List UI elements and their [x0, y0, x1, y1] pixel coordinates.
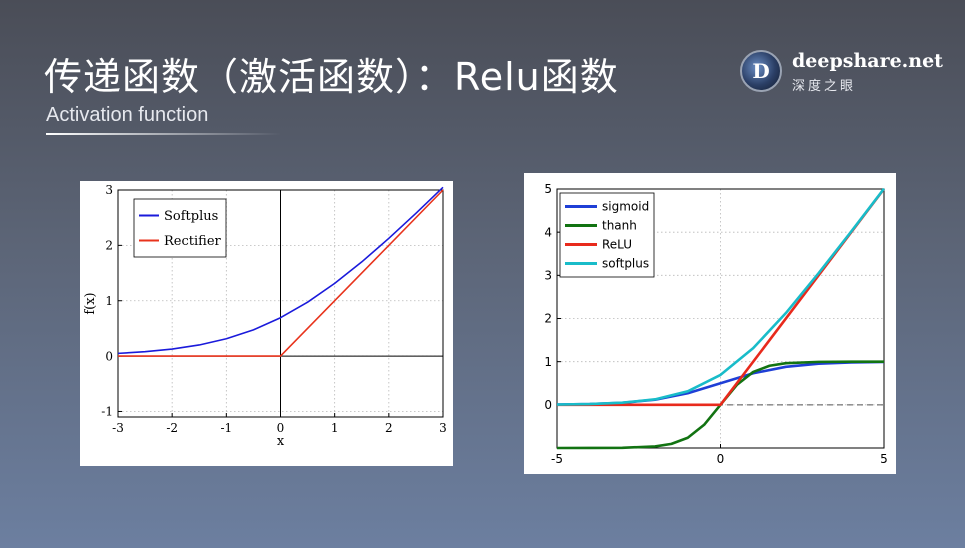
chart1-svg: -3 -2 -1 0 1 2 3 -1 0 1 2 3 x f(x) Softplus Rectifier [83, 183, 447, 449]
legend-label-softplus: softplus [602, 257, 649, 271]
chart2-svg: -5 0 5 0 1 2 3 4 5 sigmoid thanh ReLU softplus [544, 182, 888, 466]
tick-label-y: 2 [544, 312, 552, 326]
tick-label-x: 5 [880, 452, 888, 466]
brand-logo: D deepshare.net 深度之眼 [740, 50, 943, 100]
axis-label-x: x [277, 434, 285, 449]
tick-label-x: -2 [166, 421, 178, 435]
tick-label-x: -3 [112, 421, 124, 435]
tick-label-y: -1 [101, 405, 113, 419]
tick-label-y: 0 [105, 349, 113, 363]
legend-label-sigmoid: sigmoid [602, 200, 649, 214]
logo-tagline: 深度之眼 [792, 79, 857, 94]
subtitle-underline [46, 133, 281, 135]
tick-label-x: 0 [717, 452, 725, 466]
legend-label-thanh: thanh [602, 219, 637, 233]
slide-title: 传递函数（激活函数）：Relu函数 [44, 55, 619, 99]
tick-label-x: -5 [551, 452, 563, 466]
legend-label-relu: ReLU [602, 238, 632, 252]
tick-label-x: -1 [220, 421, 232, 435]
tick-label-y: 2 [105, 239, 113, 253]
tick-label-x: 0 [277, 421, 285, 435]
slide-subtitle: Activation function [46, 104, 209, 126]
eye-logo-icon: D [740, 50, 782, 92]
tick-label-y: 4 [544, 225, 552, 239]
tick-label-y: 3 [105, 183, 113, 197]
chart-activation-functions: -5 0 5 0 1 2 3 4 5 sigmoid thanh ReLU softplus [524, 173, 896, 474]
tick-label-y: 1 [105, 294, 113, 308]
tick-label-x: 2 [385, 421, 393, 435]
tick-label-y: 5 [544, 182, 552, 196]
legend-label-softplus: Softplus [164, 209, 218, 224]
logo-letter: D [752, 59, 770, 83]
tick-label-y: 0 [544, 398, 552, 412]
tick-label-x: 1 [331, 421, 339, 435]
chart-softplus-rectifier: -3 -2 -1 0 1 2 3 -1 0 1 2 3 x f(x) Softplus Rectifier [80, 181, 453, 466]
tick-label-x: 3 [439, 421, 447, 435]
tick-label-y: 1 [544, 355, 552, 369]
legend-label-rectifier: Rectifier [164, 234, 222, 249]
tick-label-y: 3 [544, 269, 552, 283]
logo-name: deepshare.net [792, 50, 943, 72]
axis-label-y: f(x) [83, 292, 98, 314]
